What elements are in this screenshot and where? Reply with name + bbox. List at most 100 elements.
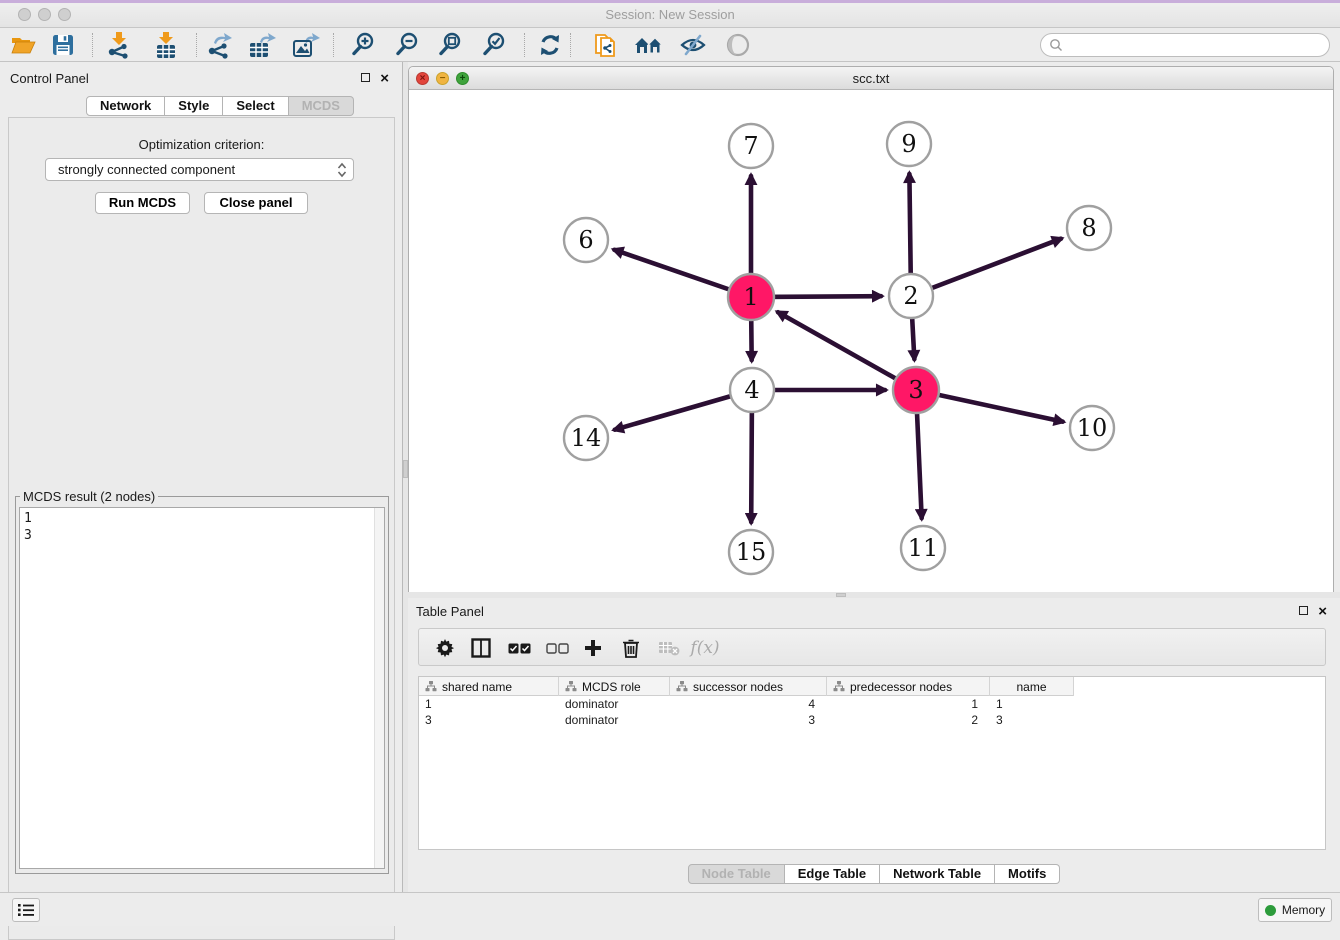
tab-node-table[interactable]: Node Table bbox=[688, 864, 785, 884]
column-header-MCDS-role[interactable]: MCDS role bbox=[559, 677, 670, 696]
tab-mcds[interactable]: MCDS bbox=[289, 96, 354, 116]
close-panel-button[interactable]: Close panel bbox=[204, 192, 308, 214]
column-header-shared-name[interactable]: shared name bbox=[419, 677, 559, 696]
tab-select[interactable]: Select bbox=[223, 96, 288, 116]
table-body: 1dominator4113dominator323 bbox=[419, 696, 1325, 728]
network-view-frame: × − + scc.txt 7 9 6 8 1 2 4 3 14 10 15 11 bbox=[408, 66, 1334, 592]
eye-icon bbox=[724, 33, 752, 57]
save-floppy-icon bbox=[51, 33, 75, 57]
hide-selected-button[interactable] bbox=[678, 31, 708, 59]
function-builder-button[interactable]: f(x) bbox=[691, 635, 719, 661]
close-panel-icon[interactable]: × bbox=[380, 74, 389, 83]
export-image-button[interactable] bbox=[291, 31, 321, 59]
float-table-panel-icon[interactable] bbox=[1299, 606, 1308, 615]
table-cell[interactable]: 3 bbox=[990, 712, 1074, 728]
first-neighbors-button[interactable] bbox=[634, 31, 664, 59]
network-canvas[interactable]: 7 9 6 8 1 2 4 3 14 10 15 11 bbox=[409, 90, 1333, 592]
zoom-selected-icon bbox=[481, 32, 507, 58]
import-network-button[interactable] bbox=[105, 31, 135, 59]
select-all-rows-button[interactable] bbox=[505, 635, 533, 661]
result-line: 1 bbox=[24, 510, 384, 527]
node-1[interactable]: 1 bbox=[728, 274, 774, 320]
node-3[interactable]: 3 bbox=[893, 367, 939, 413]
add-column-button[interactable] bbox=[579, 635, 607, 661]
delete-column-button[interactable] bbox=[655, 635, 683, 661]
node-6[interactable]: 6 bbox=[564, 218, 608, 262]
tab-motifs[interactable]: Motifs bbox=[995, 864, 1060, 884]
export-network-button[interactable] bbox=[205, 31, 235, 59]
node-8[interactable]: 8 bbox=[1067, 206, 1111, 250]
save-session-button[interactable] bbox=[48, 31, 78, 59]
node-label: 7 bbox=[743, 132, 758, 160]
search-field[interactable] bbox=[1040, 33, 1330, 57]
search-input[interactable] bbox=[1063, 36, 1329, 54]
zoom-in-button[interactable] bbox=[348, 31, 378, 59]
table-cell[interactable]: 2 bbox=[827, 712, 990, 728]
tab-network-table[interactable]: Network Table bbox=[880, 864, 995, 884]
toolbar-separator bbox=[570, 33, 571, 57]
float-panel-icon[interactable] bbox=[361, 73, 370, 82]
split-columns-button[interactable] bbox=[467, 635, 495, 661]
tab-style[interactable]: Style bbox=[165, 96, 223, 116]
show-all-button[interactable] bbox=[723, 31, 753, 59]
column-type-icon bbox=[565, 681, 577, 692]
node-14[interactable]: 14 bbox=[564, 416, 608, 460]
horizontal-split-grip[interactable] bbox=[836, 593, 846, 597]
node-11[interactable]: 11 bbox=[901, 526, 945, 570]
import-table-button[interactable] bbox=[151, 31, 181, 59]
tab-edge-table[interactable]: Edge Table bbox=[785, 864, 880, 884]
table-cell[interactable]: 3 bbox=[670, 712, 827, 728]
node-table: shared nameMCDS rolesuccessor nodesprede… bbox=[418, 676, 1326, 850]
zoom-selected-button[interactable] bbox=[479, 31, 509, 59]
table-row: 3dominator323 bbox=[419, 712, 1325, 728]
node-10[interactable]: 10 bbox=[1070, 406, 1114, 450]
zoom-fit-button[interactable] bbox=[435, 31, 465, 59]
result-scrollbar[interactable] bbox=[374, 508, 384, 868]
memory-button[interactable]: Memory bbox=[1258, 898, 1332, 922]
table-panel: Table Panel × bbox=[408, 598, 1340, 892]
node-label: 2 bbox=[903, 282, 918, 310]
clone-network-button[interactable] bbox=[590, 31, 620, 59]
task-history-button[interactable] bbox=[12, 898, 40, 922]
run-mcds-button[interactable]: Run MCDS bbox=[95, 192, 190, 214]
node-4[interactable]: 4 bbox=[730, 368, 774, 412]
column-type-icon bbox=[425, 681, 437, 692]
export-image-icon bbox=[292, 31, 320, 59]
trash-icon bbox=[622, 638, 640, 658]
table-cell[interactable]: 3 bbox=[419, 712, 559, 728]
close-table-panel-icon[interactable]: × bbox=[1318, 607, 1327, 616]
tab-network[interactable]: Network bbox=[86, 96, 165, 116]
table-row: 1dominator411 bbox=[419, 696, 1325, 712]
node-2[interactable]: 2 bbox=[889, 274, 933, 318]
table-cell[interactable]: 1 bbox=[827, 696, 990, 712]
node-9[interactable]: 9 bbox=[887, 122, 931, 166]
memory-status-icon bbox=[1265, 905, 1276, 916]
column-header-successor-nodes[interactable]: successor nodes bbox=[670, 677, 827, 696]
open-session-button[interactable] bbox=[8, 31, 38, 59]
delete-row-button[interactable] bbox=[617, 635, 645, 661]
zoom-out-button[interactable] bbox=[392, 31, 422, 59]
export-table-button[interactable] bbox=[247, 31, 277, 59]
column-header-name[interactable]: name bbox=[990, 677, 1074, 696]
edge-2-8[interactable] bbox=[911, 239, 1061, 296]
table-cell[interactable]: 4 bbox=[670, 696, 827, 712]
column-header-predecessor-nodes[interactable]: predecessor nodes bbox=[827, 677, 990, 696]
export-table-icon bbox=[248, 31, 276, 59]
optimization-criterion-select[interactable]: strongly connected component bbox=[45, 158, 354, 181]
table-cell[interactable]: dominator bbox=[559, 696, 670, 712]
table-settings-button[interactable] bbox=[431, 635, 459, 661]
table-panel-title: Table Panel bbox=[416, 604, 484, 619]
node-7[interactable]: 7 bbox=[729, 124, 773, 168]
node-15[interactable]: 15 bbox=[729, 530, 773, 574]
table-cell[interactable]: 1 bbox=[990, 696, 1074, 712]
table-cell[interactable]: dominator bbox=[559, 712, 670, 728]
table-cell[interactable]: 1 bbox=[419, 696, 559, 712]
network-frame-titlebar[interactable]: × − + scc.txt bbox=[409, 67, 1333, 90]
refresh-button[interactable] bbox=[535, 31, 565, 59]
deselect-all-rows-button[interactable] bbox=[543, 635, 571, 661]
node-label: 10 bbox=[1077, 414, 1108, 442]
import-network-icon bbox=[107, 31, 133, 59]
network-graph[interactable]: 7 9 6 8 1 2 4 3 14 10 15 11 bbox=[409, 90, 1333, 592]
mcds-result-text[interactable]: 13 bbox=[19, 507, 385, 869]
columns-icon bbox=[471, 638, 491, 658]
